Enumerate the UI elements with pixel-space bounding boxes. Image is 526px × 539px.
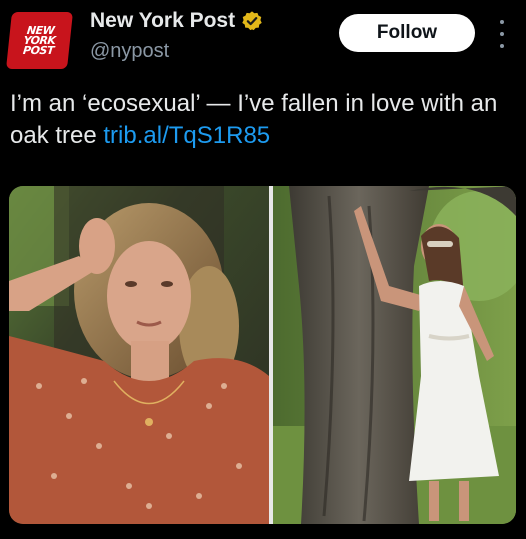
photo-woman-white-dress (273, 186, 516, 524)
account-handle[interactable]: @nypost (90, 40, 169, 63)
follow-button[interactable]: Follow (339, 14, 475, 52)
tweet-text: I’m an ‘ecosexual’ — I’ve fallen in love… (10, 88, 520, 152)
account-name-row[interactable]: New York Post (90, 9, 263, 33)
more-dot (500, 44, 504, 48)
verified-badge-icon (242, 11, 262, 31)
photo-divider (269, 186, 273, 524)
more-dot (500, 20, 504, 24)
account-name[interactable]: New York Post (90, 9, 235, 33)
more-dot (500, 32, 504, 36)
avatar-text-line-3: POST (22, 43, 55, 57)
photo-woman-floral-top (9, 186, 269, 524)
tweet-media[interactable] (9, 186, 516, 524)
tweet-header: NEW YORK POST New York Post @nypost Foll… (0, 0, 526, 80)
media-photos (9, 186, 516, 524)
more-vertical-icon[interactable] (496, 20, 508, 48)
tweet-link[interactable]: trib.al/TqS1R85 (103, 122, 270, 149)
avatar[interactable]: NEW YORK POST (6, 12, 73, 69)
